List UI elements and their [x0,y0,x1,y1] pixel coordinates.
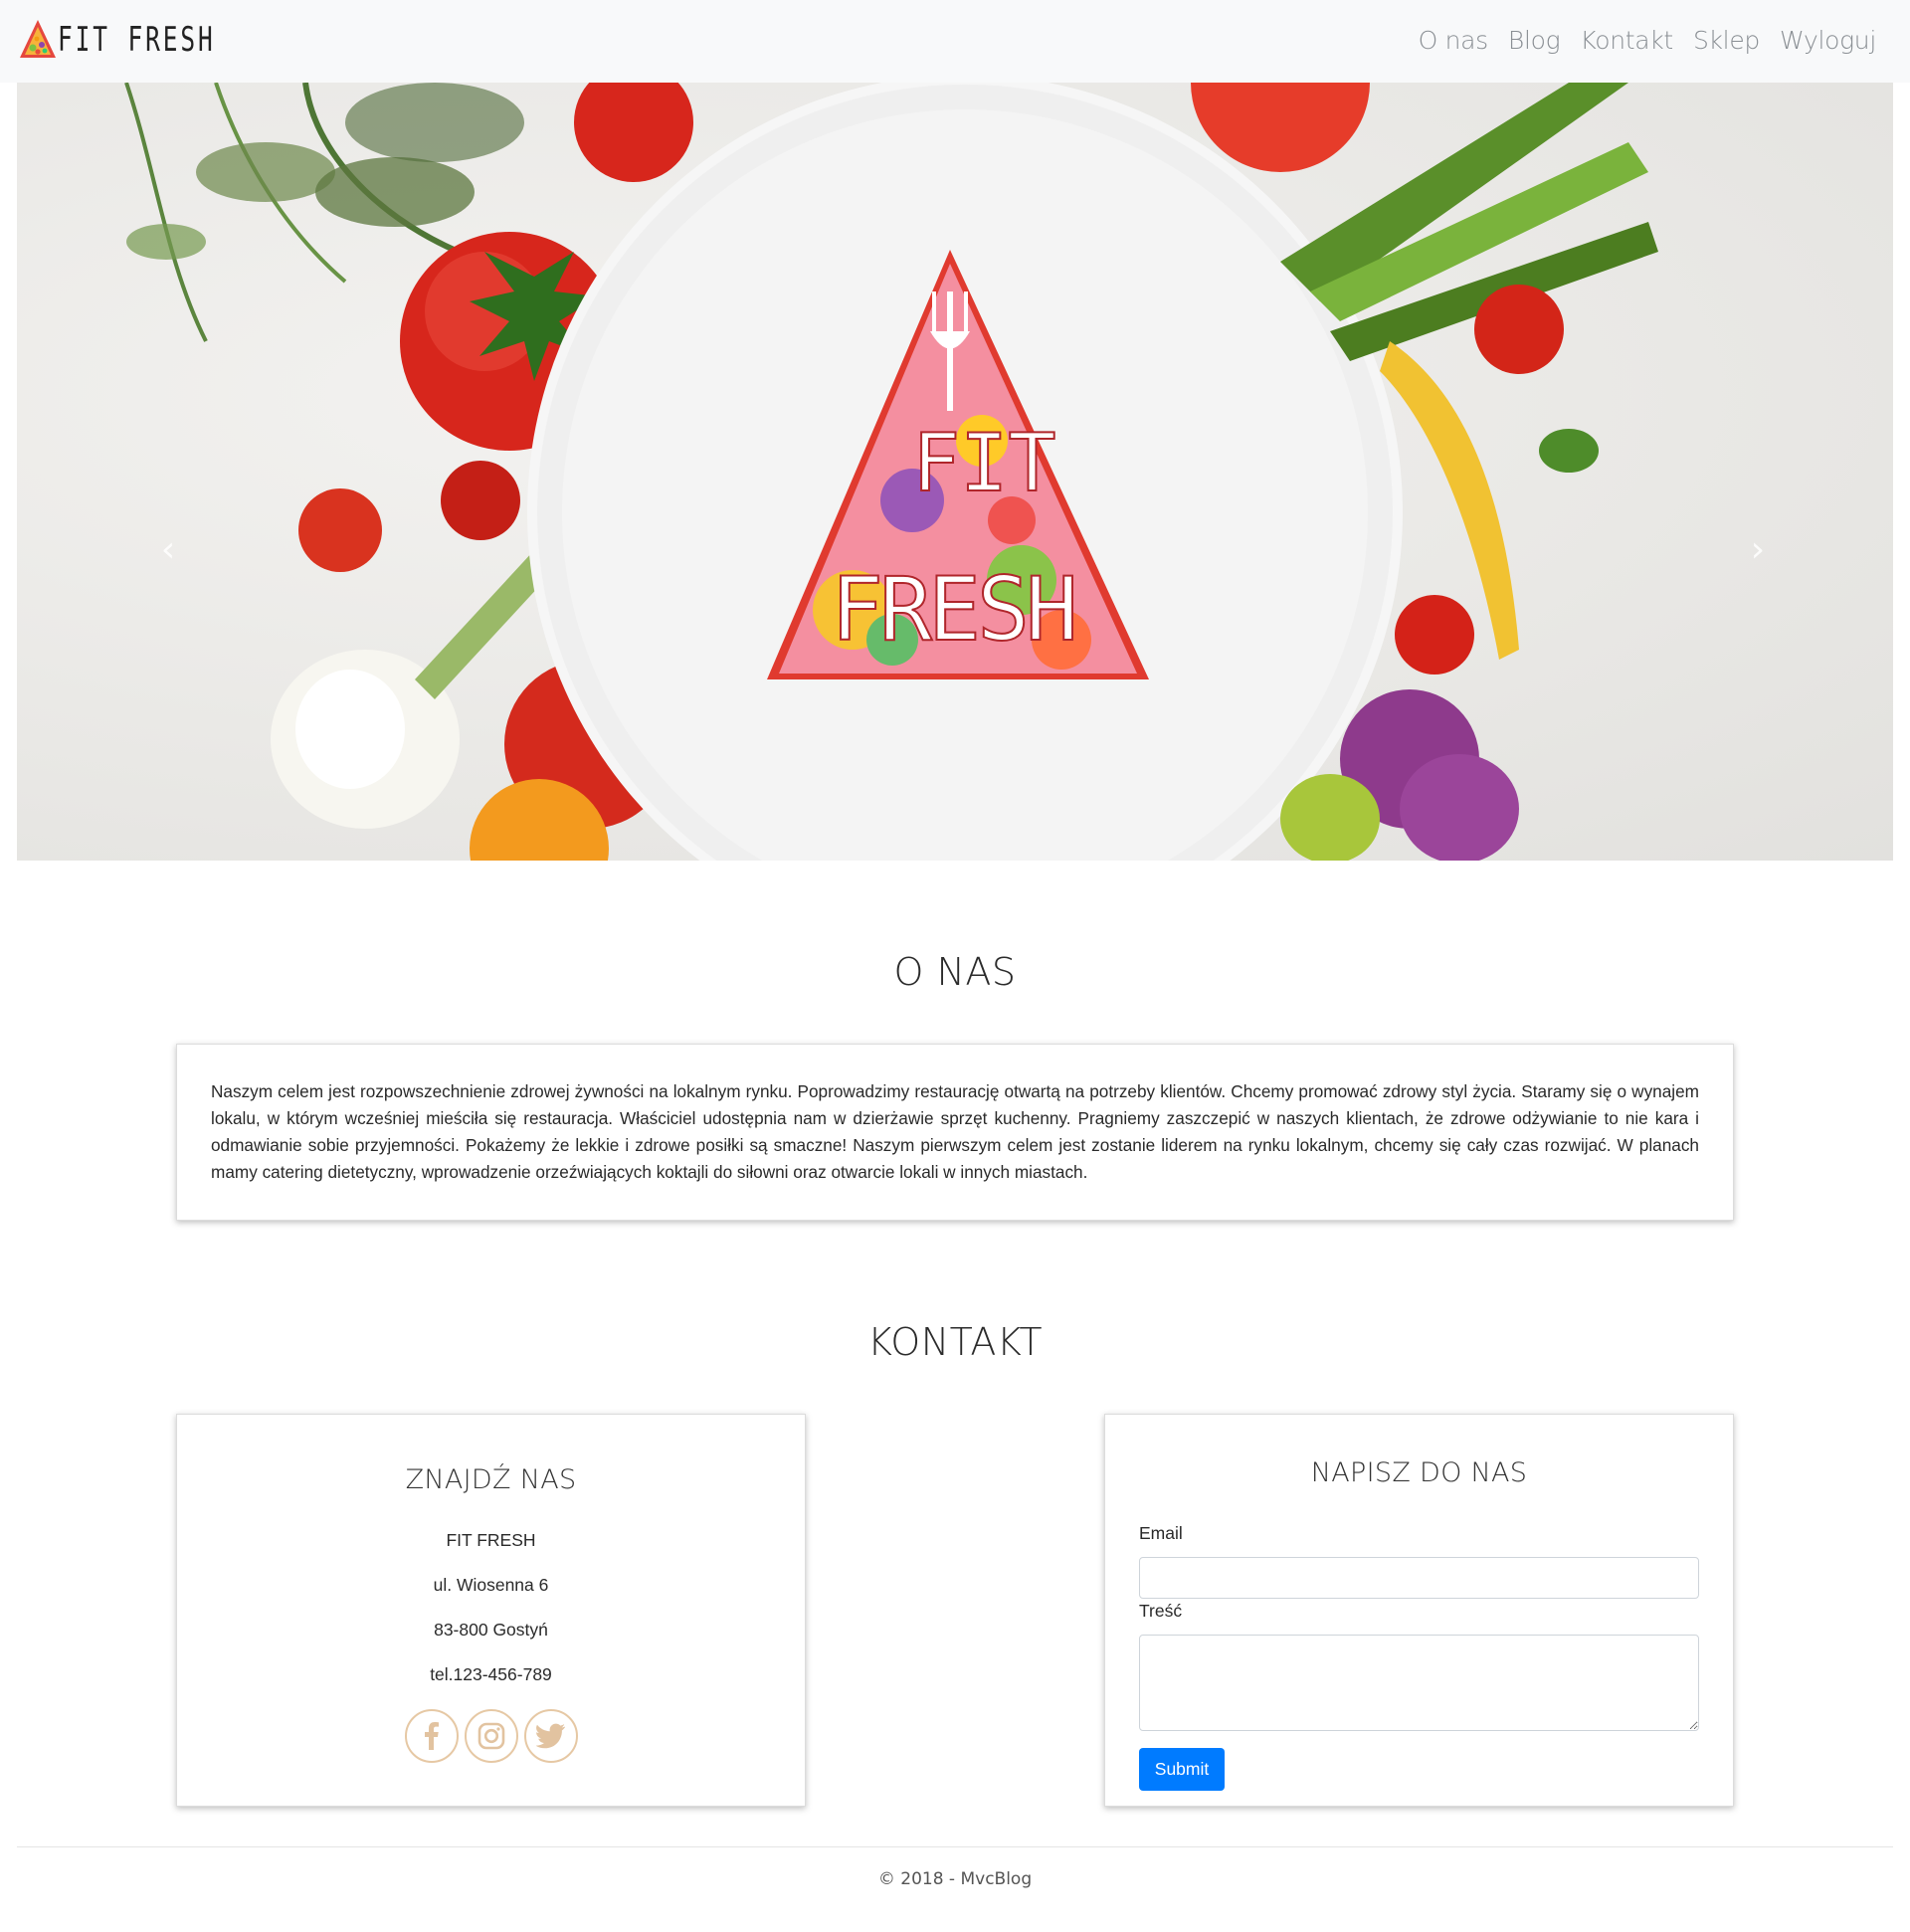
hero-logo-line2: FRESH [831,558,1074,661]
footer-copyright: © 2018 - MvcBlog [877,1869,1033,1889]
email-field[interactable] [1139,1557,1699,1599]
top-navbar: FIT FRESH O nas Blog Kontakt Sklep Wylog… [0,0,1910,83]
footer-divider [17,1846,1893,1847]
hero-carousel: FIT FRESH ‹ › [17,83,1893,861]
about-section-title: O NAS [893,950,1017,994]
nav-link-o-nas[interactable]: O nas [1409,26,1498,55]
fit-fresh-logo-icon [20,20,56,58]
carousel-next-button[interactable]: › [1743,532,1773,568]
hero-logo-line1: FIT [912,417,1056,509]
nav-link-blog[interactable]: Blog [1498,26,1570,55]
email-label: Email [1139,1523,1183,1543]
content-textarea[interactable] [1139,1635,1699,1731]
instagram-link[interactable] [464,1709,518,1763]
submit-button[interactable]: Submit [1139,1748,1225,1791]
contact-section-title: KONTAKT [866,1320,1044,1364]
nav-menu: O nas Blog Kontakt Sklep Wyloguj [1409,26,1886,55]
contact-form-card: NAPISZ DO NAS Email Treść Submit [1104,1414,1734,1807]
twitter-icon [535,1723,565,1749]
contact-form-title: NAPISZ DO NAS [1310,1457,1528,1488]
address-street: ul. Wiosenna 6 [433,1575,549,1595]
find-us-card: ZNAJDŹ NAS FIT FRESH ul. Wiosenna 6 83-8… [176,1414,806,1807]
content-label: Treść [1139,1601,1183,1621]
brand-name: FIT FRESH [58,20,216,60]
instagram-icon [478,1722,504,1750]
vegetables-plate-hero-image: FIT FRESH [124,83,1658,861]
brand-link[interactable]: FIT FRESH [18,18,277,62]
facebook-link[interactable] [404,1709,459,1763]
phone-number: tel.123-456-789 [430,1664,552,1684]
nav-link-kontakt[interactable]: Kontakt [1570,26,1683,55]
business-name: FIT FRESH [446,1530,536,1550]
nav-link-sklep[interactable]: Sklep [1683,26,1770,55]
address-city: 83-800 Gostyń [434,1620,548,1640]
about-text: Naszym celem jest rozpowszechnienie zdro… [211,1081,1699,1182]
carousel-prev-button[interactable]: ‹ [153,532,183,568]
nav-link-wyloguj[interactable]: Wyloguj [1770,26,1886,55]
facebook-icon [424,1722,439,1750]
about-card: Naszym celem jest rozpowszechnienie zdro… [176,1044,1734,1221]
twitter-link[interactable] [523,1709,578,1763]
find-us-title: ZNAJDŹ NAS [405,1464,577,1495]
social-links [177,1709,805,1763]
